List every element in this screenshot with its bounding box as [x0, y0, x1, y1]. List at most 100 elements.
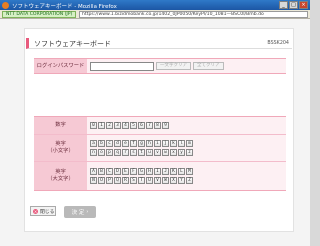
minimize-button[interactable]: _ — [279, 1, 288, 9]
key-3[interactable]: 3 — [114, 122, 121, 129]
key-g[interactable]: g — [138, 140, 145, 147]
key-x[interactable]: x — [170, 149, 177, 156]
key-m[interactable]: m — [186, 140, 193, 147]
key-X[interactable]: X — [170, 177, 177, 184]
key-d[interactable]: d — [114, 140, 121, 147]
key-A[interactable]: A — [90, 168, 97, 175]
clear-one-button[interactable]: 一文字クリア — [156, 62, 191, 70]
chevron-right-icon: › — [86, 209, 89, 215]
key-Y[interactable]: Y — [178, 177, 185, 184]
key-2[interactable]: 2 — [106, 122, 113, 129]
site-identity-badge[interactable]: NTT DATA CORPORATION (JP) — [2, 11, 77, 18]
key-K[interactable]: K — [170, 168, 177, 175]
key-t[interactable]: t — [138, 149, 145, 156]
key-F[interactable]: F — [130, 168, 137, 175]
window-title: ソフトウェアキーボード - Mozilla Firefox — [12, 3, 117, 10]
key-N[interactable]: N — [90, 177, 97, 184]
key-E[interactable]: E — [122, 168, 129, 175]
uppercase-key-line: NOPQRSTUVWXYZ — [90, 177, 283, 184]
key-q[interactable]: q — [114, 149, 121, 156]
key-b[interactable]: b — [98, 140, 105, 147]
key-v[interactable]: v — [154, 149, 161, 156]
key-u[interactable]: u — [146, 149, 153, 156]
key-O[interactable]: O — [98, 177, 105, 184]
lowercase-key-line: nopqrstuvwxyz — [90, 149, 283, 156]
key-i[interactable]: i — [154, 140, 161, 147]
key-c[interactable]: c — [106, 140, 113, 147]
page-header: ソフトウェアキーボード BSSK204 — [26, 38, 292, 49]
key-Z[interactable]: Z — [186, 177, 193, 184]
close-circle-icon: × — [33, 208, 38, 214]
numbers-row: 数字 0123456789 — [34, 117, 286, 135]
key-a[interactable]: a — [90, 140, 97, 147]
key-V[interactable]: V — [154, 177, 161, 184]
key-l[interactable]: l — [178, 140, 185, 147]
lowercase-label: 英字 （小文字） — [34, 135, 87, 161]
key-y[interactable]: y — [178, 149, 185, 156]
key-f[interactable]: f — [130, 140, 137, 147]
page-code: BSSK204 — [267, 40, 289, 46]
key-p[interactable]: p — [106, 149, 113, 156]
key-h[interactable]: h — [146, 140, 153, 147]
window-close-button[interactable]: × — [299, 1, 308, 9]
key-j[interactable]: j — [162, 140, 169, 147]
key-5[interactable]: 5 — [130, 122, 137, 129]
key-w[interactable]: w — [162, 149, 169, 156]
key-o[interactable]: o — [98, 149, 105, 156]
key-s[interactable]: s — [130, 149, 137, 156]
key-P[interactable]: P — [106, 177, 113, 184]
key-k[interactable]: k — [170, 140, 177, 147]
key-Q[interactable]: Q — [114, 177, 121, 184]
key-e[interactable]: e — [122, 140, 129, 147]
uppercase-row: 英字 （大文字） ABCDEFGHIJKLM NOPQRSTUVWXYZ — [34, 162, 286, 190]
uppercase-key-line: ABCDEFGHIJKLM — [90, 168, 283, 175]
password-input[interactable] — [90, 61, 154, 71]
numbers-key-line: 0123456789 — [90, 122, 283, 129]
confirm-button[interactable]: 決 定 › — [64, 206, 96, 218]
window-title-bar: ソフトウェアキーボード - Mozilla Firefox _ □ × — [0, 0, 310, 10]
key-1[interactable]: 1 — [98, 122, 105, 129]
lowercase-row: 英字 （小文字） abcdefghijklm nopqrstuvwxyz — [34, 135, 286, 162]
maximize-button[interactable]: □ — [289, 1, 298, 9]
software-keyboard: 数字 0123456789 英字 （小文字） abcdefghijklm nopq… — [34, 116, 286, 191]
key-R[interactable]: R — [122, 177, 129, 184]
key-L[interactable]: L — [178, 168, 185, 175]
login-password-row: ログインパスワード 一文字クリア 全てクリア — [34, 58, 286, 74]
key-r[interactable]: r — [122, 149, 129, 156]
keyboard-panel: ソフトウェアキーボード BSSK204 ログインパスワード 一文字クリア 全てク… — [24, 28, 294, 232]
key-T[interactable]: T — [138, 177, 145, 184]
window-controls: _ □ × — [279, 1, 308, 9]
key-J[interactable]: J — [162, 168, 169, 175]
firefox-icon — [2, 1, 9, 9]
key-H[interactable]: H — [146, 168, 153, 175]
numbers-label: 数字 — [34, 117, 87, 134]
address-bar: NTT DATA CORPORATION (JP) https://www.1.… — [0, 10, 310, 19]
key-8[interactable]: 8 — [154, 122, 161, 129]
page-title: ソフトウェアキーボード — [34, 40, 111, 48]
key-6[interactable]: 6 — [138, 122, 145, 129]
key-I[interactable]: I — [154, 168, 161, 175]
key-W[interactable]: W — [162, 177, 169, 184]
uppercase-label: 英字 （大文字） — [34, 162, 87, 190]
confirm-button-label: 決 定 — [71, 210, 85, 216]
key-C[interactable]: C — [106, 168, 113, 175]
key-B[interactable]: B — [98, 168, 105, 175]
key-n[interactable]: n — [90, 149, 97, 156]
key-4[interactable]: 4 — [122, 122, 129, 129]
key-D[interactable]: D — [114, 168, 121, 175]
key-S[interactable]: S — [130, 177, 137, 184]
key-z[interactable]: z — [186, 149, 193, 156]
close-button-label: 閉じる — [40, 209, 55, 215]
login-password-label: ログインパスワード — [34, 59, 87, 73]
key-M[interactable]: M — [186, 168, 193, 175]
key-G[interactable]: G — [138, 168, 145, 175]
url-field[interactable]: https://www.1.bizidmobank.co.jp/1402_0JP… — [79, 11, 308, 18]
key-7[interactable]: 7 — [146, 122, 153, 129]
page-content: ソフトウェアキーボード BSSK204 ログインパスワード 一文字クリア 全てク… — [0, 19, 310, 246]
key-9[interactable]: 9 — [162, 122, 169, 129]
key-0[interactable]: 0 — [90, 122, 97, 129]
lowercase-key-line: abcdefghijklm — [90, 140, 283, 147]
close-button[interactable]: × 閉じる — [30, 206, 56, 216]
key-U[interactable]: U — [146, 177, 153, 184]
clear-all-button[interactable]: 全てクリア — [193, 62, 224, 70]
